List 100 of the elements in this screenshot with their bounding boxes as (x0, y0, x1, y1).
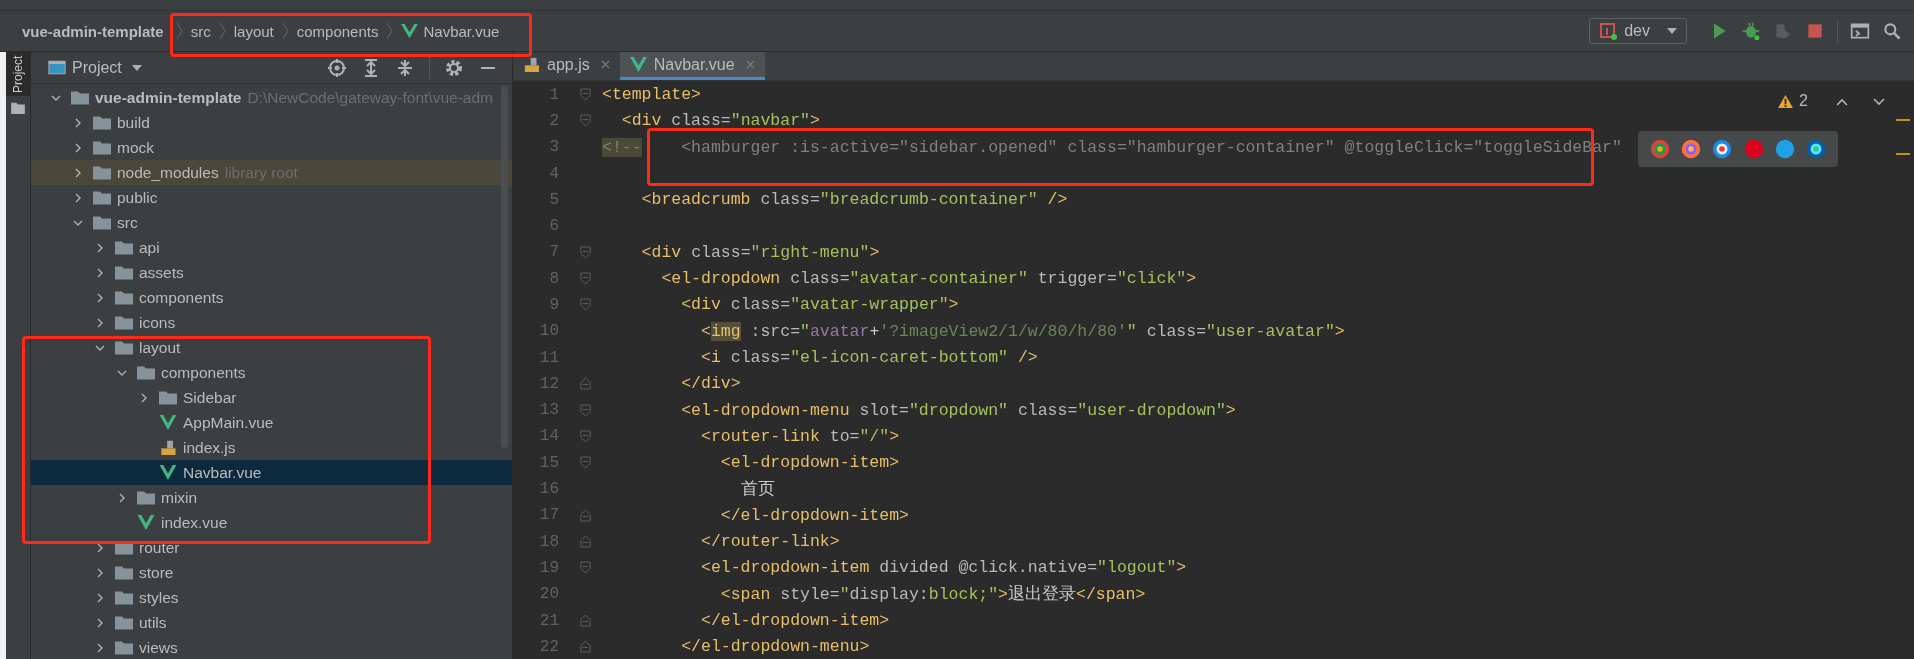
chevron-icon[interactable] (95, 267, 105, 278)
search-icon[interactable] (1882, 21, 1902, 41)
chevron-icon[interactable] (73, 142, 83, 153)
tree-row[interactable]: Navbar.vue (31, 460, 512, 485)
folder-icon (137, 365, 155, 380)
line-number: 3 (548, 138, 559, 157)
breadcrumb-item[interactable]: components (296, 22, 379, 40)
settings-icon[interactable] (444, 57, 464, 78)
tree-row[interactable]: icons (31, 310, 512, 335)
file-name: src (117, 213, 138, 232)
line-number: 4 (548, 164, 559, 183)
collapse-all-icon[interactable] (395, 57, 415, 78)
next-icon[interactable] (1873, 98, 1885, 107)
tree-row[interactable]: styles (31, 585, 512, 610)
line-number: 8 (548, 269, 559, 288)
breadcrumb-item[interactable]: Navbar.vue (423, 22, 500, 40)
tree-row[interactable]: mock (31, 135, 512, 160)
code-line: 首页 (739, 479, 775, 501)
tree-row[interactable]: index.js (31, 435, 512, 460)
folder-icon (93, 165, 111, 180)
chevron-icon[interactable] (95, 317, 105, 328)
folder-icon (137, 490, 155, 505)
code-line: <router-link to="/"> (700, 426, 900, 446)
file-name: vue-admin-template (95, 88, 242, 107)
chevron-icon[interactable] (95, 642, 105, 653)
code-line: <el-dropdown-item divided @click.native="logout"> (700, 558, 1187, 578)
code-line: </el-dropdown-menu> (680, 637, 870, 657)
tree-row[interactable]: components (31, 285, 512, 310)
chevron-icon[interactable] (95, 567, 105, 578)
chevron-icon[interactable] (73, 192, 83, 203)
file-name: api (139, 238, 160, 257)
previous-icon[interactable] (1836, 98, 1848, 107)
tree-row[interactable]: components (31, 360, 512, 385)
tree-row[interactable]: utils (31, 610, 512, 635)
line-number: 17 (538, 506, 559, 525)
chevron-icon[interactable] (95, 242, 105, 253)
terminal-icon[interactable] (1850, 21, 1870, 41)
code-line: </div> (680, 374, 741, 394)
file-name: router (139, 538, 180, 557)
tree-row[interactable]: src (31, 210, 512, 235)
folder-icon[interactable] (11, 102, 25, 114)
code-line: <div class="avatar-wrapper"> (680, 295, 959, 315)
run-configuration-dropdown[interactable]: dev (1589, 18, 1687, 44)
file-name: components (161, 363, 246, 382)
tree-row[interactable]: mixin (31, 485, 512, 510)
tree-row[interactable]: index.vue (31, 510, 512, 535)
line-number: 5 (548, 190, 559, 209)
stop-icon[interactable] (1805, 21, 1825, 41)
chevron-icon[interactable] (139, 392, 149, 403)
line-number: 7 (548, 243, 559, 262)
file-name: layout (139, 338, 181, 357)
folder-icon (115, 315, 133, 330)
chevron-icon[interactable] (73, 117, 83, 128)
chevron-icon[interactable] (95, 542, 105, 553)
chevron-icon[interactable] (95, 292, 105, 303)
warning-count[interactable]: 2 (1778, 92, 1808, 111)
file-name: styles (139, 588, 179, 607)
folder-icon (115, 640, 133, 655)
breadcrumb-item[interactable]: src (190, 22, 211, 40)
line-number: 16 (538, 480, 559, 499)
tab-label: app.js (547, 55, 590, 74)
tree-row[interactable]: AppMain.vue (31, 410, 512, 435)
editor-tab[interactable]: Navbar.vue (619, 52, 765, 81)
line-number: 18 (538, 532, 559, 551)
vue-icon (401, 23, 419, 39)
folder-icon (115, 615, 133, 630)
caret-icon[interactable] (131, 64, 142, 71)
tree-row[interactable]: public (31, 185, 512, 210)
chevron-icon[interactable] (117, 492, 127, 503)
error-stripe-mark[interactable] (1896, 119, 1910, 122)
tree-row[interactable]: router (31, 535, 512, 560)
tree-row[interactable]: views (31, 635, 512, 659)
breadcrumb-item[interactable]: layout (233, 22, 274, 40)
panel-title[interactable]: Project (72, 58, 122, 77)
browser-icon[interactable] (1648, 138, 1671, 161)
browser-icon[interactable] (1805, 138, 1828, 161)
breadcrumb-item[interactable]: vue-admin-template (22, 22, 164, 40)
chevron-icon[interactable] (73, 167, 83, 178)
bug-icon[interactable] (1741, 21, 1761, 41)
editor-tab[interactable]: app.js (513, 52, 620, 81)
target-icon[interactable] (327, 57, 347, 78)
vue-icon (137, 515, 155, 530)
folder-icon (115, 340, 133, 355)
chevron-icon[interactable] (95, 592, 105, 603)
code-line: <el-dropdown-item> (719, 453, 900, 473)
error-stripe-mark[interactable] (1896, 153, 1910, 156)
close-icon[interactable] (600, 60, 610, 70)
tree-row[interactable]: api (31, 235, 512, 260)
chevron-icon[interactable] (95, 617, 105, 628)
folder-icon (115, 265, 133, 280)
tree-row[interactable]: build (31, 110, 512, 135)
project-tool-tab[interactable]: Project (6, 52, 30, 96)
tree-row[interactable]: store (31, 560, 512, 585)
browser-icon[interactable] (1680, 138, 1702, 161)
folder-icon (115, 240, 133, 255)
tree-row[interactable]: assets (31, 260, 512, 285)
tree-row[interactable]: Sidebar (31, 385, 512, 410)
tree-row[interactable]: layout (31, 335, 512, 360)
browser-icon[interactable] (1711, 138, 1734, 161)
line-number: 10 (538, 322, 559, 341)
